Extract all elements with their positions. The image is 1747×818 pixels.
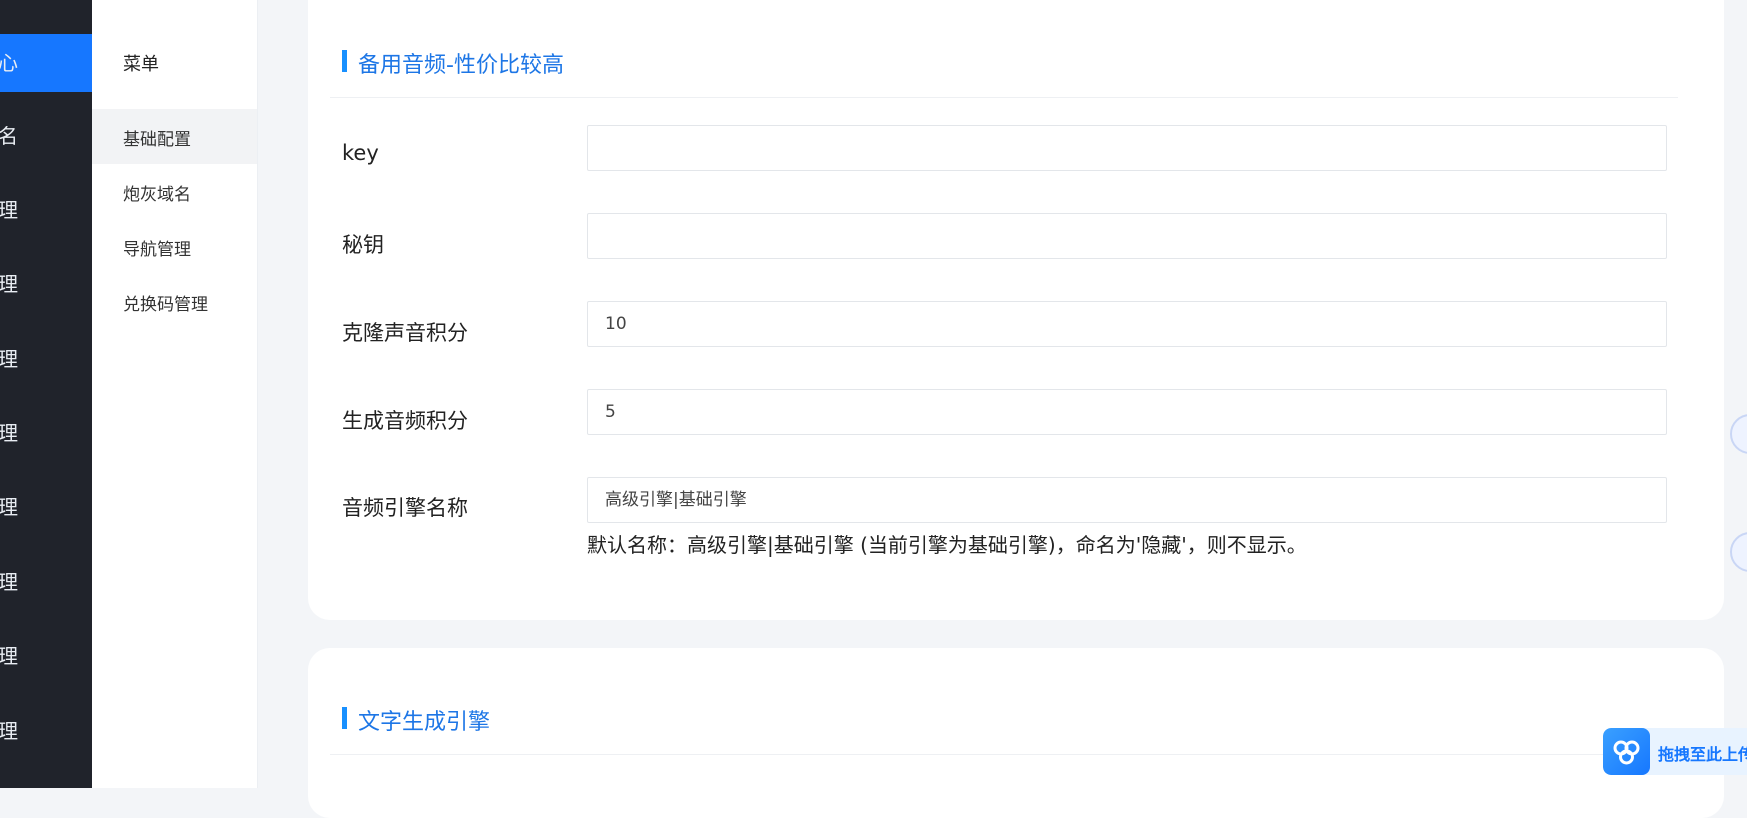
submenu-item-navigation[interactable]: 导航管理 (92, 219, 257, 274)
field-label-key: key (342, 141, 379, 165)
main-nav-item-label: 名 (0, 124, 18, 148)
engine-name-hint: 默认名称：高级引擎|基础引擎 (当前引擎为基础引擎)，命名为'隐藏'，则不显示。 (587, 533, 1307, 557)
submenu-item-basic-config[interactable]: 基础配置 (92, 109, 257, 164)
floating-button[interactable] (1730, 532, 1747, 572)
main-nav-item-label: 理 (0, 719, 18, 743)
section-title: 备用音频-性价比较高 (342, 47, 564, 79)
submenu-item-label: 基础配置 (123, 130, 191, 150)
main-nav-item-label: 理 (0, 272, 18, 296)
field-label-audio-engine-name: 音频引擎名称 (342, 496, 468, 520)
upload-widget[interactable]: 拖拽至此上传 (1603, 728, 1747, 775)
main-nav-item[interactable]: 理 (0, 330, 92, 388)
main-nav-item-label: 理 (0, 644, 18, 668)
main-nav-item[interactable]: 理 (0, 702, 92, 760)
field-label-secret: 秘钥 (342, 233, 384, 257)
field-label-generate-audio-points: 生成音频积分 (342, 409, 468, 433)
main-nav-item-active[interactable]: 心 (0, 34, 92, 92)
section-title: 文字生成引擎 (341, 704, 490, 736)
main-nav-item[interactable]: 名 (0, 107, 92, 165)
floating-button[interactable] (1730, 414, 1747, 454)
main-nav-item-label: 理 (0, 421, 18, 445)
field-label-clone-voice-points: 克隆声音积分 (342, 321, 468, 345)
key-input[interactable] (587, 125, 1667, 171)
main-nav-item-label: 理 (0, 347, 18, 371)
submenu-item-domains[interactable]: 炮灰域名 (92, 164, 257, 219)
generate-audio-points-input[interactable]: 5 (587, 389, 1667, 435)
main-nav: 心 名 理 理 理 理 理 理 理 理 (0, 0, 92, 788)
main-nav-item[interactable]: 理 (0, 627, 92, 685)
submenu-item-label: 炮灰域名 (123, 185, 191, 205)
submenu-item-redeem-codes[interactable]: 兑换码管理 (92, 274, 257, 329)
clone-voice-points-input[interactable]: 10 (587, 301, 1667, 347)
main-nav-item-label: 理 (0, 495, 18, 519)
submenu-item-label: 导航管理 (123, 240, 191, 260)
main-nav-item-label: 理 (0, 570, 18, 594)
main-nav-item-label: 理 (0, 198, 18, 222)
submenu: 菜单 基础配置 炮灰域名 导航管理 兑换码管理 (92, 0, 258, 788)
secret-input[interactable] (587, 213, 1667, 259)
main-nav-item[interactable]: 理 (0, 255, 92, 313)
main-nav-item[interactable]: 理 (0, 553, 92, 611)
settings-card-text-engine (308, 648, 1724, 818)
section-divider (330, 754, 1678, 755)
section-divider (330, 97, 1678, 98)
main-nav-item-label: 心 (0, 51, 18, 75)
upload-widget-label: 拖拽至此上传 (1658, 745, 1747, 764)
main-nav-item[interactable]: 理 (0, 404, 92, 462)
main-nav-item[interactable]: 理 (0, 478, 92, 536)
submenu-header: 菜单 (123, 54, 159, 75)
main-nav-item[interactable]: 理 (0, 181, 92, 239)
submenu-item-label: 兑换码管理 (123, 295, 208, 315)
audio-engine-name-input[interactable]: 高级引擎|基础引擎 (587, 477, 1667, 523)
cloud-upload-icon (1603, 728, 1650, 775)
